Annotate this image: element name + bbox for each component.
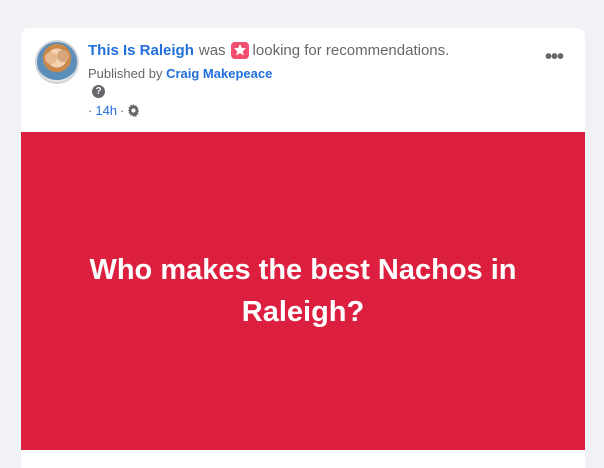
gear-icon[interactable] bbox=[127, 104, 140, 117]
recommendation-star-icon bbox=[230, 42, 249, 59]
page-name-link[interactable]: This Is Raleigh bbox=[88, 42, 194, 59]
was-text: was bbox=[198, 42, 226, 59]
page-avatar[interactable] bbox=[35, 40, 79, 84]
more-options-icon[interactable]: ••• bbox=[545, 47, 564, 67]
post-banner[interactable]: Who makes the best Nachos in Raleigh? bbox=[21, 132, 585, 450]
published-by-prefix: Published by bbox=[88, 66, 163, 81]
post-title-line: This Is Raleigh was looking for recommen… bbox=[88, 42, 449, 59]
post-meta-line: · 14h · bbox=[88, 103, 140, 118]
privacy-separator: · bbox=[120, 103, 125, 118]
avatar-face-2 bbox=[57, 50, 69, 62]
time-separator: · bbox=[88, 103, 93, 118]
activity-text: looking for recommendations. bbox=[252, 42, 450, 59]
publisher-link[interactable]: Craig Makepeace bbox=[166, 66, 272, 81]
help-icon[interactable]: ? bbox=[92, 85, 105, 98]
published-by-line: Published by Craig Makepeace bbox=[88, 66, 272, 81]
avatar-face-1 bbox=[45, 52, 57, 64]
post-header: This Is Raleigh was looking for recommen… bbox=[21, 28, 585, 132]
timestamp-link[interactable]: 14h bbox=[95, 103, 117, 118]
banner-text: Who makes the best Nachos in Raleigh? bbox=[89, 254, 517, 328]
post-card: This Is Raleigh was looking for recommen… bbox=[21, 28, 585, 468]
